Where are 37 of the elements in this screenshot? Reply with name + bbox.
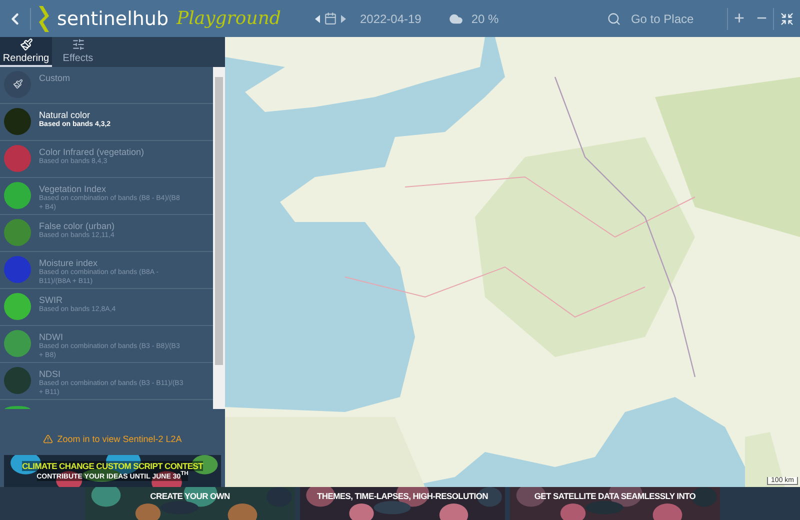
previous-date-icon[interactable]	[314, 14, 320, 22]
layer-title: SWIR	[39, 294, 64, 305]
sliders-icon	[72, 38, 84, 51]
banner-headline: THEMES, TIME-LAPSES, HIGH-RESOLUTION	[316, 491, 489, 501]
brush-icon	[12, 79, 22, 90]
warning-icon	[43, 434, 54, 444]
logo-name: sentinelhub	[57, 8, 169, 30]
zoom-in-button[interactable]: +	[728, 8, 750, 29]
cloud-coverage: 20 %	[471, 12, 499, 26]
ad-banner[interactable]: CREATE YOUR OWN	[85, 487, 295, 520]
ad-banner[interactable]: THEMES, TIME-LAPSES, HIGH-RESOLUTION	[300, 487, 505, 520]
calendar-icon[interactable]	[324, 12, 337, 25]
zoom-out-button[interactable]: −	[750, 8, 773, 29]
search-field[interactable]: Go to Place	[628, 10, 719, 26]
layer-title: Natural color	[39, 110, 92, 120]
cloud-icon	[449, 12, 464, 26]
banner-headline: GET SATELLITE DATA SEAMLESSLY INTO	[533, 491, 697, 501]
layer-item[interactable]: Custom	[0, 66, 213, 104]
date-text[interactable]: 2022-04-19	[360, 12, 422, 26]
layer-title: NDWI	[39, 332, 64, 342]
warning-text: Zoom in to view Sentinel-2 L2A	[57, 434, 182, 444]
scrollbar[interactable]	[213, 66, 225, 409]
sidebar-tab[interactable]: Effects	[52, 37, 104, 67]
sidebar-tab[interactable]: Rendering	[0, 37, 52, 67]
ad-banner[interactable]: GET SATELLITE DATA SEAMLESSLY INTO	[510, 487, 720, 520]
collapse-icon	[780, 12, 794, 26]
layer-title: Vegetation Index	[39, 184, 108, 194]
banner-headline: CREATE YOUR OWN	[149, 491, 231, 501]
search-icon	[606, 12, 621, 26]
brush-icon	[20, 38, 32, 51]
layer-title: Moisture index	[39, 258, 99, 268]
layer-title: NDSI	[39, 368, 62, 379]
layer-title: Custom	[39, 72, 70, 83]
logo-product: Playground	[176, 8, 281, 29]
layer-title: False color (urban)	[39, 220, 115, 231]
layer-title: Color Infrared (vegetation)	[39, 146, 144, 157]
next-date-icon[interactable]	[340, 14, 346, 22]
